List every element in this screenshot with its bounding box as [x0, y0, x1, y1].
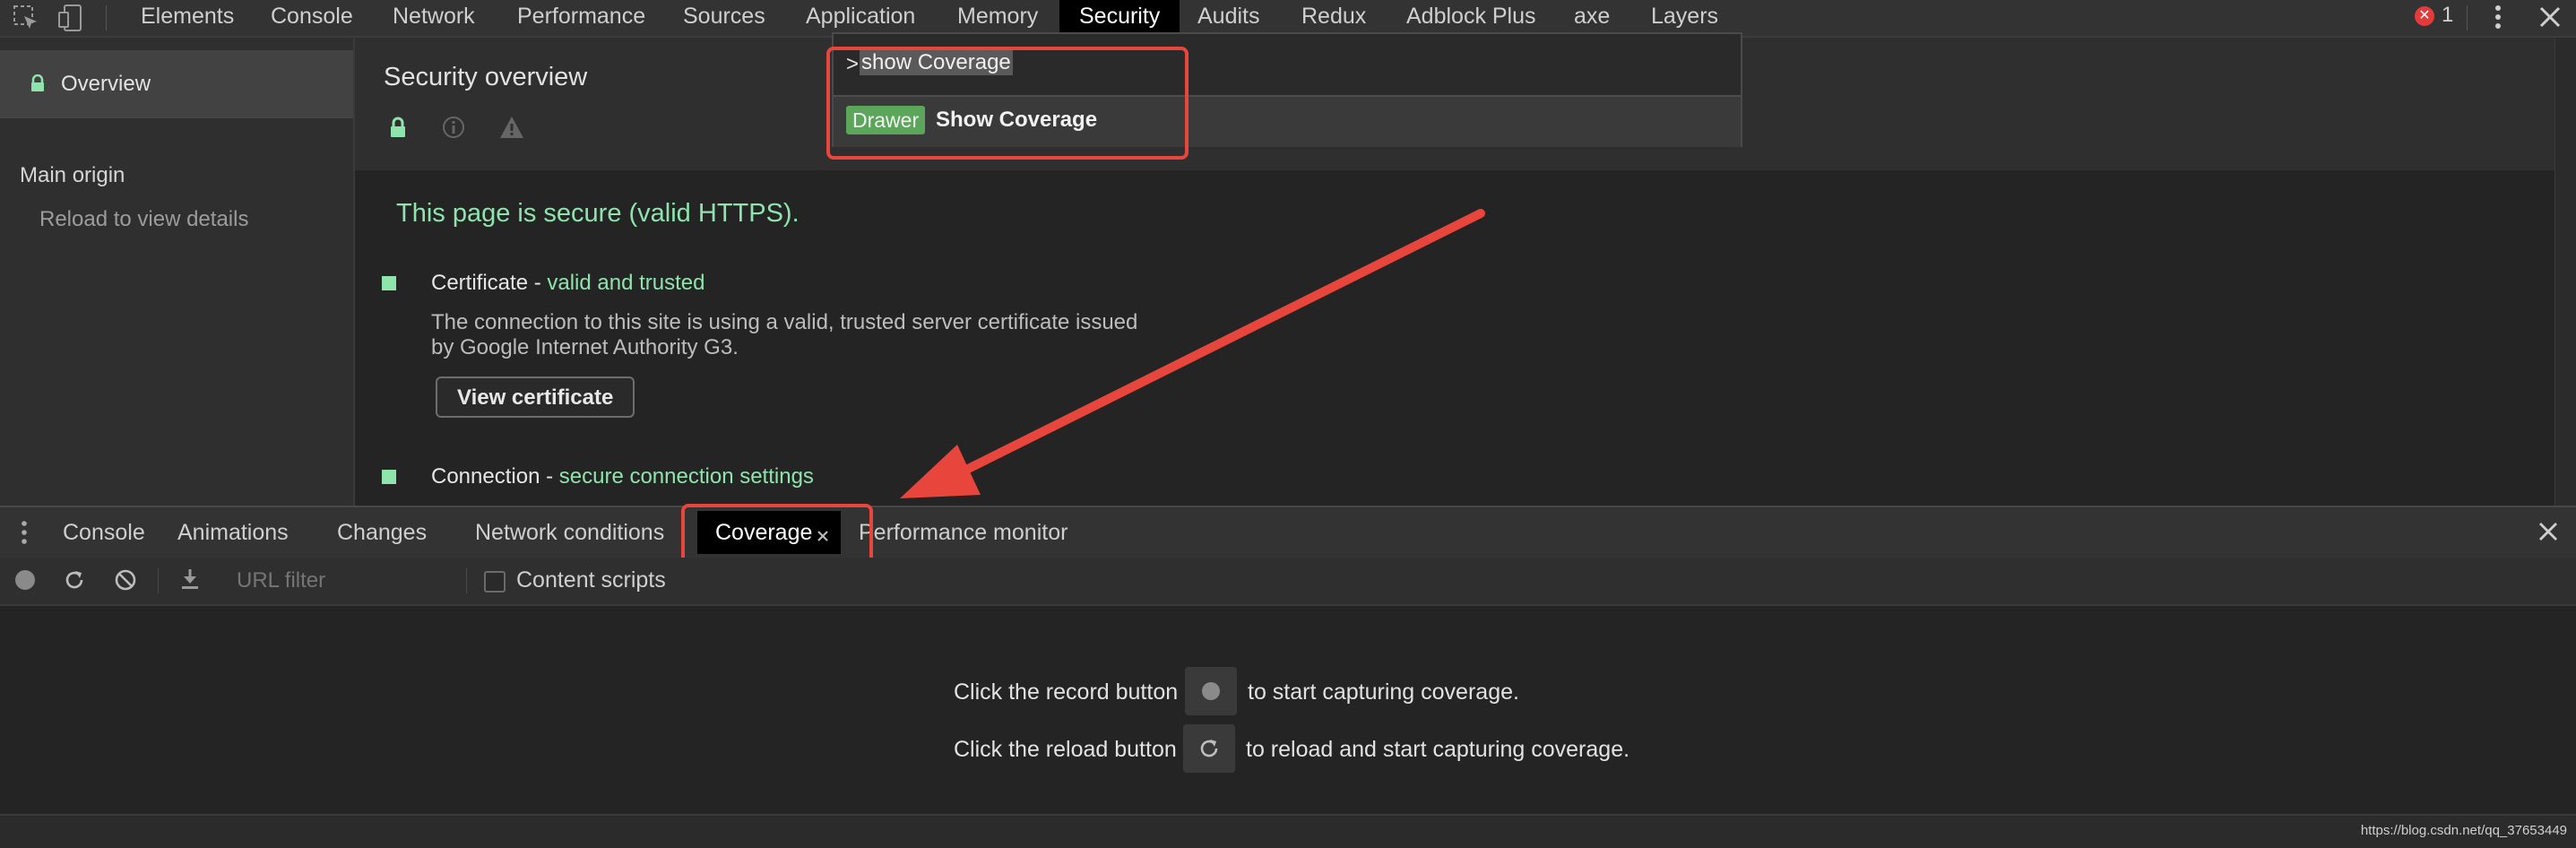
content-scripts-checkbox[interactable] — [484, 571, 506, 593]
export-download-icon[interactable] — [179, 567, 201, 597]
reload-icon[interactable] — [63, 568, 86, 598]
record-icon[interactable] — [14, 569, 36, 597]
record-instruction-before: Click the record button — [954, 679, 1179, 705]
inline-record-button[interactable] — [1185, 667, 1237, 715]
drawer-tab-console[interactable]: Console — [63, 520, 145, 546]
drawer-tab-bar: Console Animations Changes Network condi… — [0, 506, 2576, 559]
clear-icon[interactable] — [114, 568, 137, 598]
record-icon — [1202, 682, 1220, 700]
inline-reload-button[interactable] — [1183, 724, 1235, 773]
status-bar: https://blog.csdn.net/qq_37653449 — [0, 814, 2576, 848]
record-instruction-after: to start capturing coverage. — [1248, 679, 1519, 705]
reload-instruction-after: to reload and start capturing coverage. — [1246, 737, 1630, 762]
drawer-menu-icon[interactable] — [20, 520, 29, 551]
coverage-empty-state: Click the record button to start capturi… — [0, 606, 2576, 814]
content-scripts-label: Content scripts — [516, 567, 666, 593]
reload-icon — [1200, 740, 1218, 757]
watermark-url: https://blog.csdn.net/qq_37653449 — [2360, 823, 2567, 838]
drawer-tab-changes[interactable]: Changes — [337, 520, 427, 546]
drawer-tab-performance-monitor[interactable]: Performance monitor — [859, 520, 1068, 546]
drawer-tab-animations[interactable]: Animations — [177, 520, 289, 546]
drawer-tab-network-conditions[interactable]: Network conditions — [475, 520, 664, 546]
reload-instruction-before: Click the reload button — [954, 737, 1177, 762]
close-drawer-icon[interactable] — [2538, 522, 2558, 548]
coverage-toolbar: Content scripts — [0, 558, 2576, 606]
url-filter-input[interactable] — [235, 565, 462, 597]
